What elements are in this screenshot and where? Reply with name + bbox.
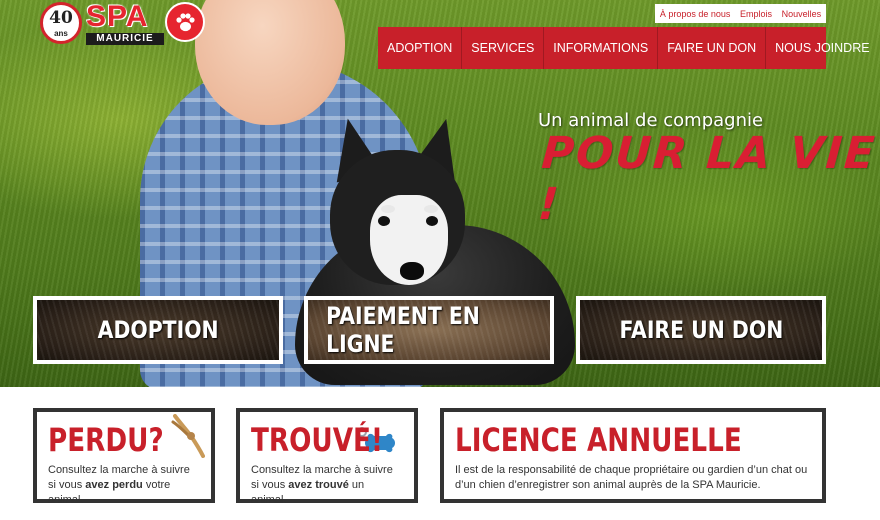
license-description: Il est de la responsabilité de chaque pr… — [455, 464, 808, 491]
lost-description: Consultez la marche à suivre si vous ave… — [48, 464, 190, 506]
logo-brand-sub: MAURICIE — [86, 33, 164, 45]
puppy-photo-eye — [378, 216, 390, 226]
puppy-photo-brow — [381, 205, 395, 213]
lost-animal-box[interactable]: PERDU? Consultez la marche à suivre si v… — [33, 408, 215, 506]
puppy-photo-nose — [400, 262, 424, 280]
puppy-photo-brow — [424, 205, 438, 213]
found-description: Consultez la marche à suivre si vous ave… — [251, 464, 393, 506]
hero-adoption-button[interactable]: ADOPTION — [33, 296, 283, 364]
nav-adoption[interactable]: ADOPTION — [378, 27, 463, 69]
logo-brand: SPA — [86, 0, 149, 33]
nav-contact[interactable]: NOUS JOINDRE — [766, 27, 878, 69]
hero-tagline-big: POUR LA VIE ! — [536, 128, 879, 230]
found-title: TROUVÉ! — [251, 421, 383, 459]
hero-button-label: PAIEMENT EN LIGNE — [326, 302, 480, 358]
paw-icon — [165, 2, 205, 42]
util-link-news[interactable]: Nouvelles — [782, 9, 822, 19]
nav-donate[interactable]: FAIRE UN DON — [658, 27, 767, 69]
anniversary-number: 40 — [49, 8, 73, 28]
nav-services[interactable]: SERVICES — [462, 27, 545, 69]
hero-online-payment-button[interactable]: PAIEMENT EN LIGNE — [304, 296, 554, 364]
anniversary-unit: ans — [54, 29, 68, 38]
spa-mauricie-logo[interactable]: 40 ans SPA MAURICIE — [40, 0, 210, 46]
nav-informations[interactable]: INFORMATIONS — [544, 27, 659, 69]
hero-button-label: ADOPTION — [97, 316, 219, 344]
utility-links: À propos de nous Emplois Nouvelles — [655, 4, 826, 23]
main-navigation: ADOPTION SERVICES INFORMATIONS FAIRE UN … — [378, 27, 870, 69]
found-animal-box[interactable]: TROUVÉ! Consultez la marche à suivre si … — [236, 408, 418, 506]
annual-license-box[interactable]: LICENCE ANNUELLE Il est de la responsabi… — [440, 408, 826, 503]
util-link-jobs[interactable]: Emplois — [740, 9, 772, 19]
util-link-about[interactable]: À propos de nous — [660, 9, 731, 19]
lost-title: PERDU? — [48, 421, 164, 459]
rope-leash-icon — [171, 414, 205, 458]
license-title: LICENCE ANNUELLE — [455, 421, 742, 459]
puppy-photo-eye — [426, 216, 438, 226]
anniversary-badge: 40 ans — [40, 2, 82, 44]
hero-button-label: FAIRE UN DON — [619, 316, 783, 344]
hero-donate-button[interactable]: FAIRE UN DON — [576, 296, 826, 364]
